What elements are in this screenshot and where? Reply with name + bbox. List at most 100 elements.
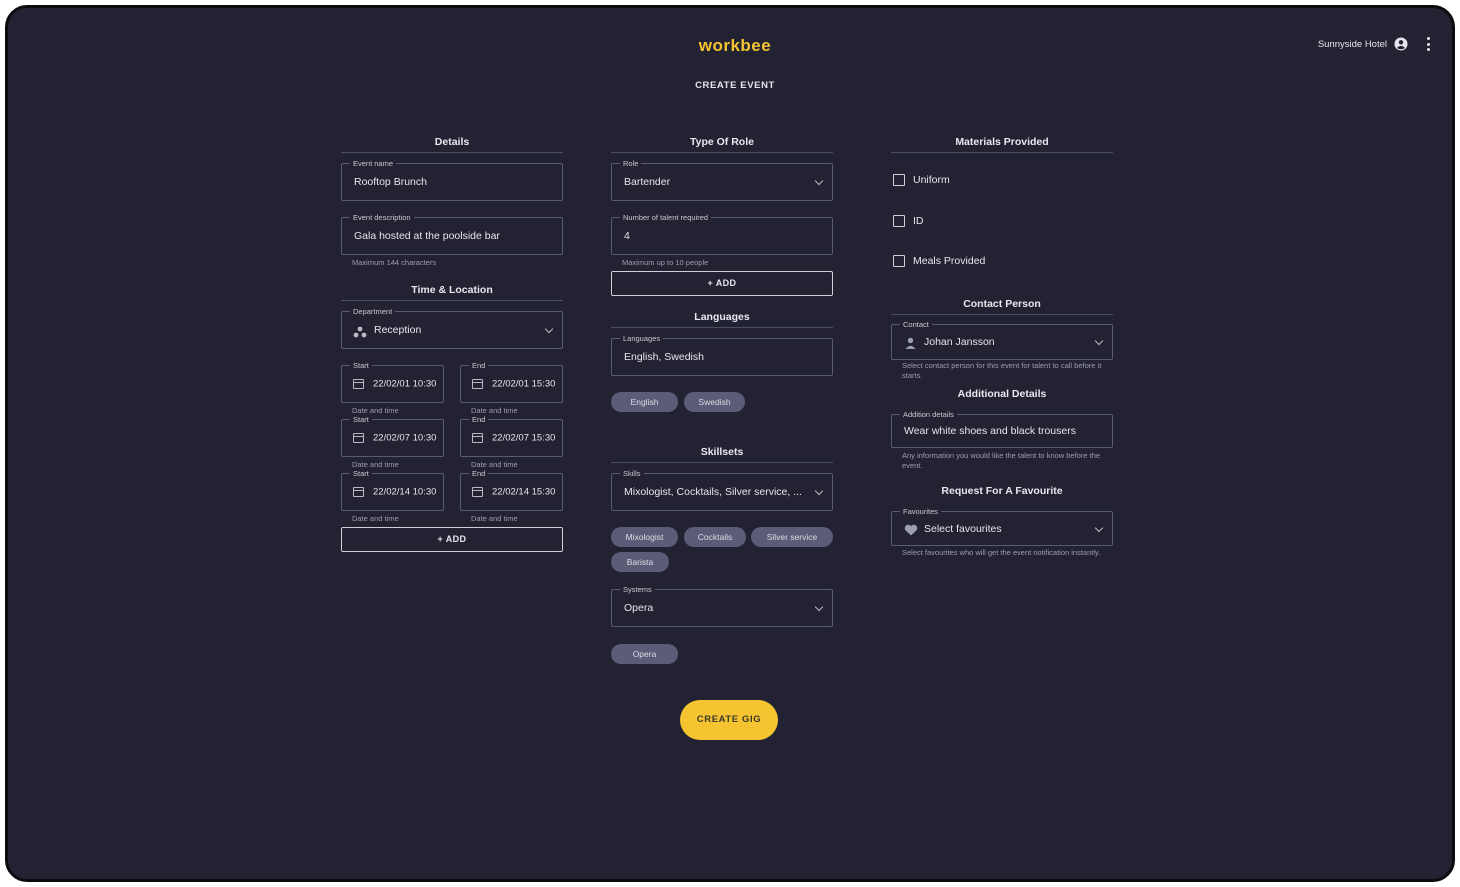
additional-details-helper: Any information you would like the talen… <box>902 451 1101 470</box>
more-options-icon[interactable] <box>1424 37 1432 51</box>
materials-section: Materials Provided <box>891 136 1113 153</box>
start-label: Start <box>350 360 372 371</box>
details-section: Details <box>341 136 563 153</box>
start-datetime-field[interactable]: Start 22/02/01 10:30 <box>341 360 444 403</box>
end-datetime-field[interactable]: End 22/02/07 15:30 <box>460 414 563 457</box>
event-name-value: Rooftop Brunch <box>354 176 427 188</box>
chevron-down-icon <box>544 324 554 334</box>
user-menu[interactable]: Sunnyside Hotel <box>1318 37 1408 51</box>
additional-section: Additional Details <box>891 388 1113 404</box>
end-label: End <box>469 414 489 425</box>
chip-opera[interactable]: Opera <box>611 644 678 664</box>
systems-value: Opera <box>624 602 654 614</box>
skills-value: Mixologist, Cocktails, Silver service, .… <box>624 486 802 498</box>
favourites-value: Select favourites <box>924 522 1002 535</box>
role-select[interactable]: Role Bartender <box>611 158 833 201</box>
details-title: Details <box>341 136 563 153</box>
chip-cocktails[interactable]: Cocktails <box>684 527 746 547</box>
role-section: Type Of Role <box>611 136 833 153</box>
systems-select[interactable]: Systems Opera <box>611 584 833 627</box>
calendar-icon <box>472 487 483 497</box>
skills-select[interactable]: Skills Mixologist, Cocktails, Silver ser… <box>611 468 833 511</box>
languages-section: Languages <box>611 311 833 328</box>
systems-label: Systems <box>620 584 655 595</box>
page-title: CREATE EVENT <box>695 80 775 91</box>
talent-count-field[interactable]: Number of talent required 4 <box>611 212 833 255</box>
calendar-icon <box>353 433 364 443</box>
chip-english[interactable]: English <box>611 392 678 412</box>
start-helper: Date and time <box>352 514 399 523</box>
contact-section: Contact Person <box>891 298 1113 315</box>
favourites-helper: Select favourites who will get the event… <box>902 548 1101 557</box>
add-role-button[interactable]: + ADD <box>611 271 833 296</box>
start-value: 22/02/14 10:30 <box>373 486 437 498</box>
department-select[interactable]: Department Reception <box>341 306 563 349</box>
start-label: Start <box>350 468 372 479</box>
languages-field[interactable]: Languages English, Swedish <box>611 333 833 376</box>
department-label: Department <box>350 306 396 317</box>
person-icon <box>905 336 916 354</box>
favourite-title: Request For A Favourite <box>941 485 1063 497</box>
chevron-down-icon <box>814 486 824 496</box>
checkbox-icon <box>893 255 905 267</box>
chevron-down-icon <box>1094 336 1104 346</box>
end-datetime-field[interactable]: End 22/02/14 15:30 <box>460 468 563 511</box>
additional-details-field[interactable]: Addition details Wear white shoes and bl… <box>891 409 1113 448</box>
end-label: End <box>469 468 489 479</box>
time-location-title: Time & Location <box>341 284 563 301</box>
chip-swedish[interactable]: Swedish <box>684 392 745 412</box>
chevron-down-icon <box>814 602 824 612</box>
checkbox-meals-provided[interactable]: Meals Provided <box>893 255 985 267</box>
calendar-icon <box>472 379 483 389</box>
end-label: End <box>469 360 489 371</box>
heart-icon <box>904 523 918 541</box>
contact-select[interactable]: Contact Johan Jansson <box>891 319 1113 360</box>
skills-label: Skills <box>620 468 644 479</box>
checkbox-label: ID <box>913 215 924 227</box>
create-gig-button[interactable]: CREATE GIG <box>680 700 778 740</box>
contact-label: Contact <box>900 319 932 330</box>
department-value: Reception <box>374 324 422 336</box>
chip-silver-service[interactable]: Silver service <box>751 527 833 547</box>
account-icon <box>1394 37 1408 51</box>
chip-mixologist[interactable]: Mixologist <box>611 527 678 547</box>
checkbox-icon <box>893 174 905 186</box>
end-datetime-field[interactable]: End 22/02/01 15:30 <box>460 360 563 403</box>
add-time-slot-button[interactable]: + ADD <box>341 527 563 552</box>
chevron-down-icon <box>814 176 824 186</box>
event-description-value: Gala hosted at the poolside bar <box>354 230 500 242</box>
event-name-label: Event name <box>350 158 397 169</box>
event-description-label: Event description <box>350 212 414 223</box>
role-label: Role <box>620 158 642 169</box>
end-value: 22/02/01 15:30 <box>492 378 556 390</box>
languages-title: Languages <box>611 311 833 328</box>
languages-value: English, Swedish <box>624 351 704 363</box>
end-helper: Date and time <box>471 514 518 523</box>
favourite-section: Request For A Favourite <box>891 485 1113 501</box>
additional-title: Additional Details <box>957 388 1047 400</box>
contact-value: Johan Jansson <box>924 336 995 348</box>
event-description-field[interactable]: Event description Gala hosted at the poo… <box>341 212 563 255</box>
favourites-select[interactable]: Favourites Select favourites <box>891 506 1113 546</box>
calendar-icon <box>472 433 483 443</box>
skillsets-section: Skillsets <box>611 446 833 463</box>
checkbox-icon <box>893 215 905 227</box>
start-value: 22/02/07 10:30 <box>373 432 437 444</box>
role-value: Bartender <box>624 176 671 188</box>
checkbox-id[interactable]: ID <box>893 215 924 227</box>
additional-details-value: Wear white shoes and black trousers <box>904 425 1076 437</box>
event-name-field[interactable]: Event name Rooftop Brunch <box>341 158 563 201</box>
talent-count-value: 4 <box>624 230 630 242</box>
checkbox-uniform[interactable]: Uniform <box>893 174 950 186</box>
languages-label: Languages <box>620 333 664 344</box>
skillsets-title: Skillsets <box>611 446 833 463</box>
checkbox-label: Meals Provided <box>913 255 986 267</box>
start-datetime-field[interactable]: Start 22/02/14 10:30 <box>341 468 444 511</box>
app-logo[interactable]: workbee <box>8 36 1452 56</box>
additional-details-label: Addition details <box>900 409 957 420</box>
start-value: 22/02/01 10:30 <box>373 378 437 390</box>
checkbox-label: Uniform <box>913 174 950 186</box>
event-description-helper: Maximum 144 characters <box>352 258 437 267</box>
start-datetime-field[interactable]: Start 22/02/07 10:30 <box>341 414 444 457</box>
chip-barista[interactable]: Barista <box>611 552 669 572</box>
